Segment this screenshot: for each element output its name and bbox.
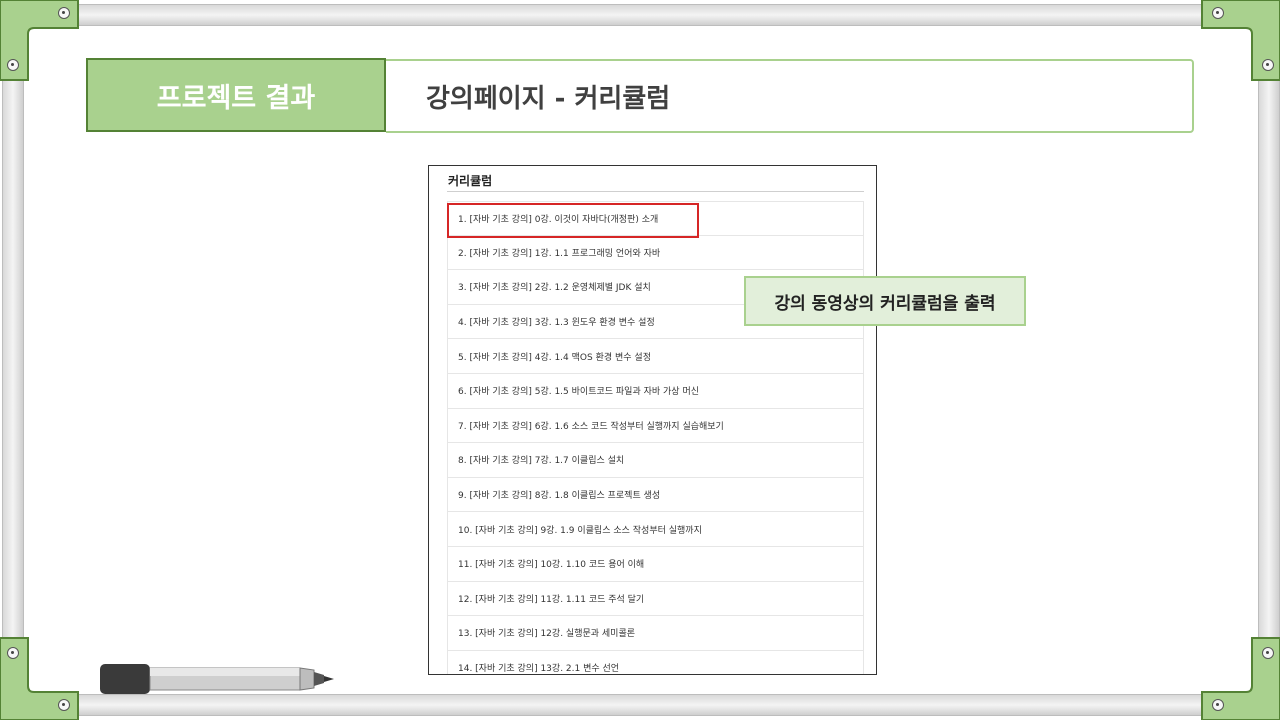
curriculum-item[interactable]: 5. [자바 기초 강의] 4강. 1.4 맥OS 환경 변수 설정 [447,339,864,374]
curriculum-title: 커리큘럼 [448,174,493,188]
curriculum-item[interactable]: 6. [자바 기초 강의] 5강. 1.5 바이트코드 파일과 자바 가상 머신 [447,373,864,409]
curriculum-item[interactable]: 11. [자바 기초 강의] 10강. 1.10 코드 용어 이해 [447,546,864,582]
board-frame-left [2,0,24,720]
board-frame-bottom [0,694,1280,716]
screw-icon [1262,647,1274,659]
marker-icon [100,664,334,694]
screw-icon [1212,7,1224,19]
curriculum-list: 1. [자바 기초 강의] 0강. 이것이 자바다(개정판) 소개 2. [자바 … [447,201,864,674]
screw-icon [7,647,19,659]
board-frame-right [1258,0,1280,720]
curriculum-item[interactable]: 7. [자바 기초 강의] 6강. 1.6 소스 코드 작성부터 실행까지 실습… [447,408,864,444]
curriculum-panel: 커리큘럼 1. [자바 기초 강의] 0강. 이것이 자바다(개정판) 소개 2.… [428,165,877,675]
curriculum-item[interactable]: 2. [자바 기초 강의] 1강. 1.1 프로그래밍 언어와 자바 [447,235,864,271]
curriculum-item[interactable]: 13. [자바 기초 강의] 12강. 실행문과 세미콜론 [447,616,864,651]
highlight-box [447,203,699,238]
section-label: 프로젝트 결과 [86,58,386,132]
screw-icon [1262,59,1274,71]
screw-icon [58,699,70,711]
screw-icon [7,59,19,71]
curriculum-item[interactable]: 14. [자바 기초 강의] 13강. 2.1 변수 선언 [447,650,864,674]
callout-box: 강의 동영상의 커리큘럼을 출력 [744,276,1026,326]
curriculum-item[interactable]: 12. [자바 기초 강의] 11강. 1.11 코드 주석 달기 [447,581,864,617]
curriculum-item[interactable]: 8. [자바 기초 강의] 7강. 1.7 이클립스 설치 [447,443,864,478]
divider [447,191,864,192]
slide-title: 강의페이지 - 커리큘럼 [386,59,1194,133]
screw-icon [58,7,70,19]
curriculum-item[interactable]: 9. [자바 기초 강의] 8강. 1.8 이클립스 프로젝트 생성 [447,477,864,513]
board-frame-top [0,4,1280,26]
screw-icon [1212,699,1224,711]
curriculum-item[interactable]: 10. [자바 기초 강의] 9강. 1.9 이클립스 소스 작성부터 실행까지 [447,512,864,547]
